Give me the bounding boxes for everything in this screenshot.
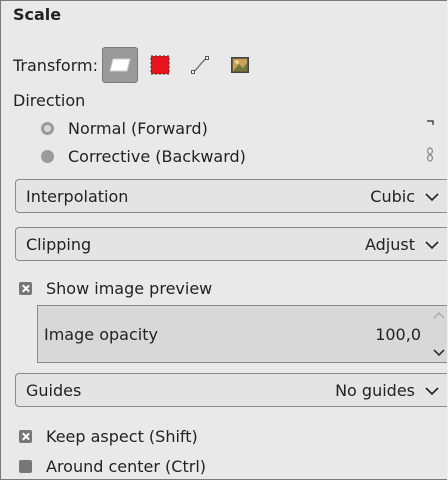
checkbox-unchecked-icon bbox=[19, 460, 32, 473]
spin-buttons[interactable] bbox=[431, 306, 447, 362]
radio-normal-forward[interactable]: Normal (Forward) bbox=[41, 119, 208, 138]
radio-corrective-backward[interactable]: Corrective (Backward) bbox=[41, 147, 246, 166]
keep-aspect-checkbox[interactable]: Keep aspect (Shift) bbox=[19, 427, 198, 446]
image-opacity-spinscale[interactable]: Image opacity 100,0 bbox=[37, 305, 447, 363]
transform-path-icon bbox=[191, 56, 209, 74]
panel-title: Scale bbox=[13, 5, 62, 24]
clipping-combo[interactable]: Clipping Adjust bbox=[15, 227, 447, 261]
around-center-label: Around center (Ctrl) bbox=[46, 457, 206, 476]
interpolation-value: Cubic bbox=[370, 186, 415, 206]
transform-layer-icon bbox=[109, 58, 131, 72]
radio-normal-label: Normal (Forward) bbox=[68, 119, 208, 138]
guides-combo[interactable]: Guides No guides bbox=[15, 373, 447, 407]
image-opacity-value: 100,0 bbox=[375, 324, 421, 344]
chevron-down-icon bbox=[423, 187, 441, 206]
transform-selection-button[interactable] bbox=[142, 47, 178, 83]
guides-value: No guides bbox=[335, 380, 415, 400]
radio-corrective-label: Corrective (Backward) bbox=[68, 147, 246, 166]
transform-label: Transform: bbox=[13, 55, 98, 75]
clipping-value: Adjust bbox=[364, 234, 415, 254]
transform-image-button[interactable] bbox=[222, 47, 258, 83]
checkbox-checked-icon bbox=[19, 282, 32, 295]
tool-options-panel: Scale Transform: Direction Normal (Forwa… bbox=[0, 0, 447, 480]
interpolation-label: Interpolation bbox=[26, 186, 129, 206]
radio-unselected-icon bbox=[41, 150, 54, 163]
guides-label: Guides bbox=[26, 380, 82, 400]
show-image-preview-label: Show image preview bbox=[46, 279, 213, 298]
transform-selection-icon bbox=[150, 55, 170, 75]
transform-image-icon bbox=[230, 57, 249, 73]
direction-label: Direction bbox=[13, 91, 86, 110]
image-opacity-label: Image opacity bbox=[44, 324, 158, 344]
transform-path-button[interactable] bbox=[182, 47, 218, 83]
keep-aspect-label: Keep aspect (Shift) bbox=[46, 427, 198, 446]
chevron-down-icon bbox=[423, 235, 441, 254]
show-image-preview-checkbox[interactable]: Show image preview bbox=[19, 279, 212, 298]
checkbox-checked-icon bbox=[19, 430, 32, 443]
clipping-label: Clipping bbox=[26, 234, 92, 254]
chevron-up-icon[interactable] bbox=[433, 310, 445, 320]
interpolation-combo[interactable]: Interpolation Cubic bbox=[15, 179, 447, 213]
around-center-checkbox[interactable]: Around center (Ctrl) bbox=[19, 457, 206, 476]
chevron-down-icon[interactable] bbox=[433, 348, 445, 358]
chevron-down-icon bbox=[423, 381, 441, 400]
transform-layer-button[interactable] bbox=[101, 47, 138, 83]
radio-selected-icon bbox=[41, 122, 54, 135]
transform-row: Transform: bbox=[13, 47, 258, 83]
